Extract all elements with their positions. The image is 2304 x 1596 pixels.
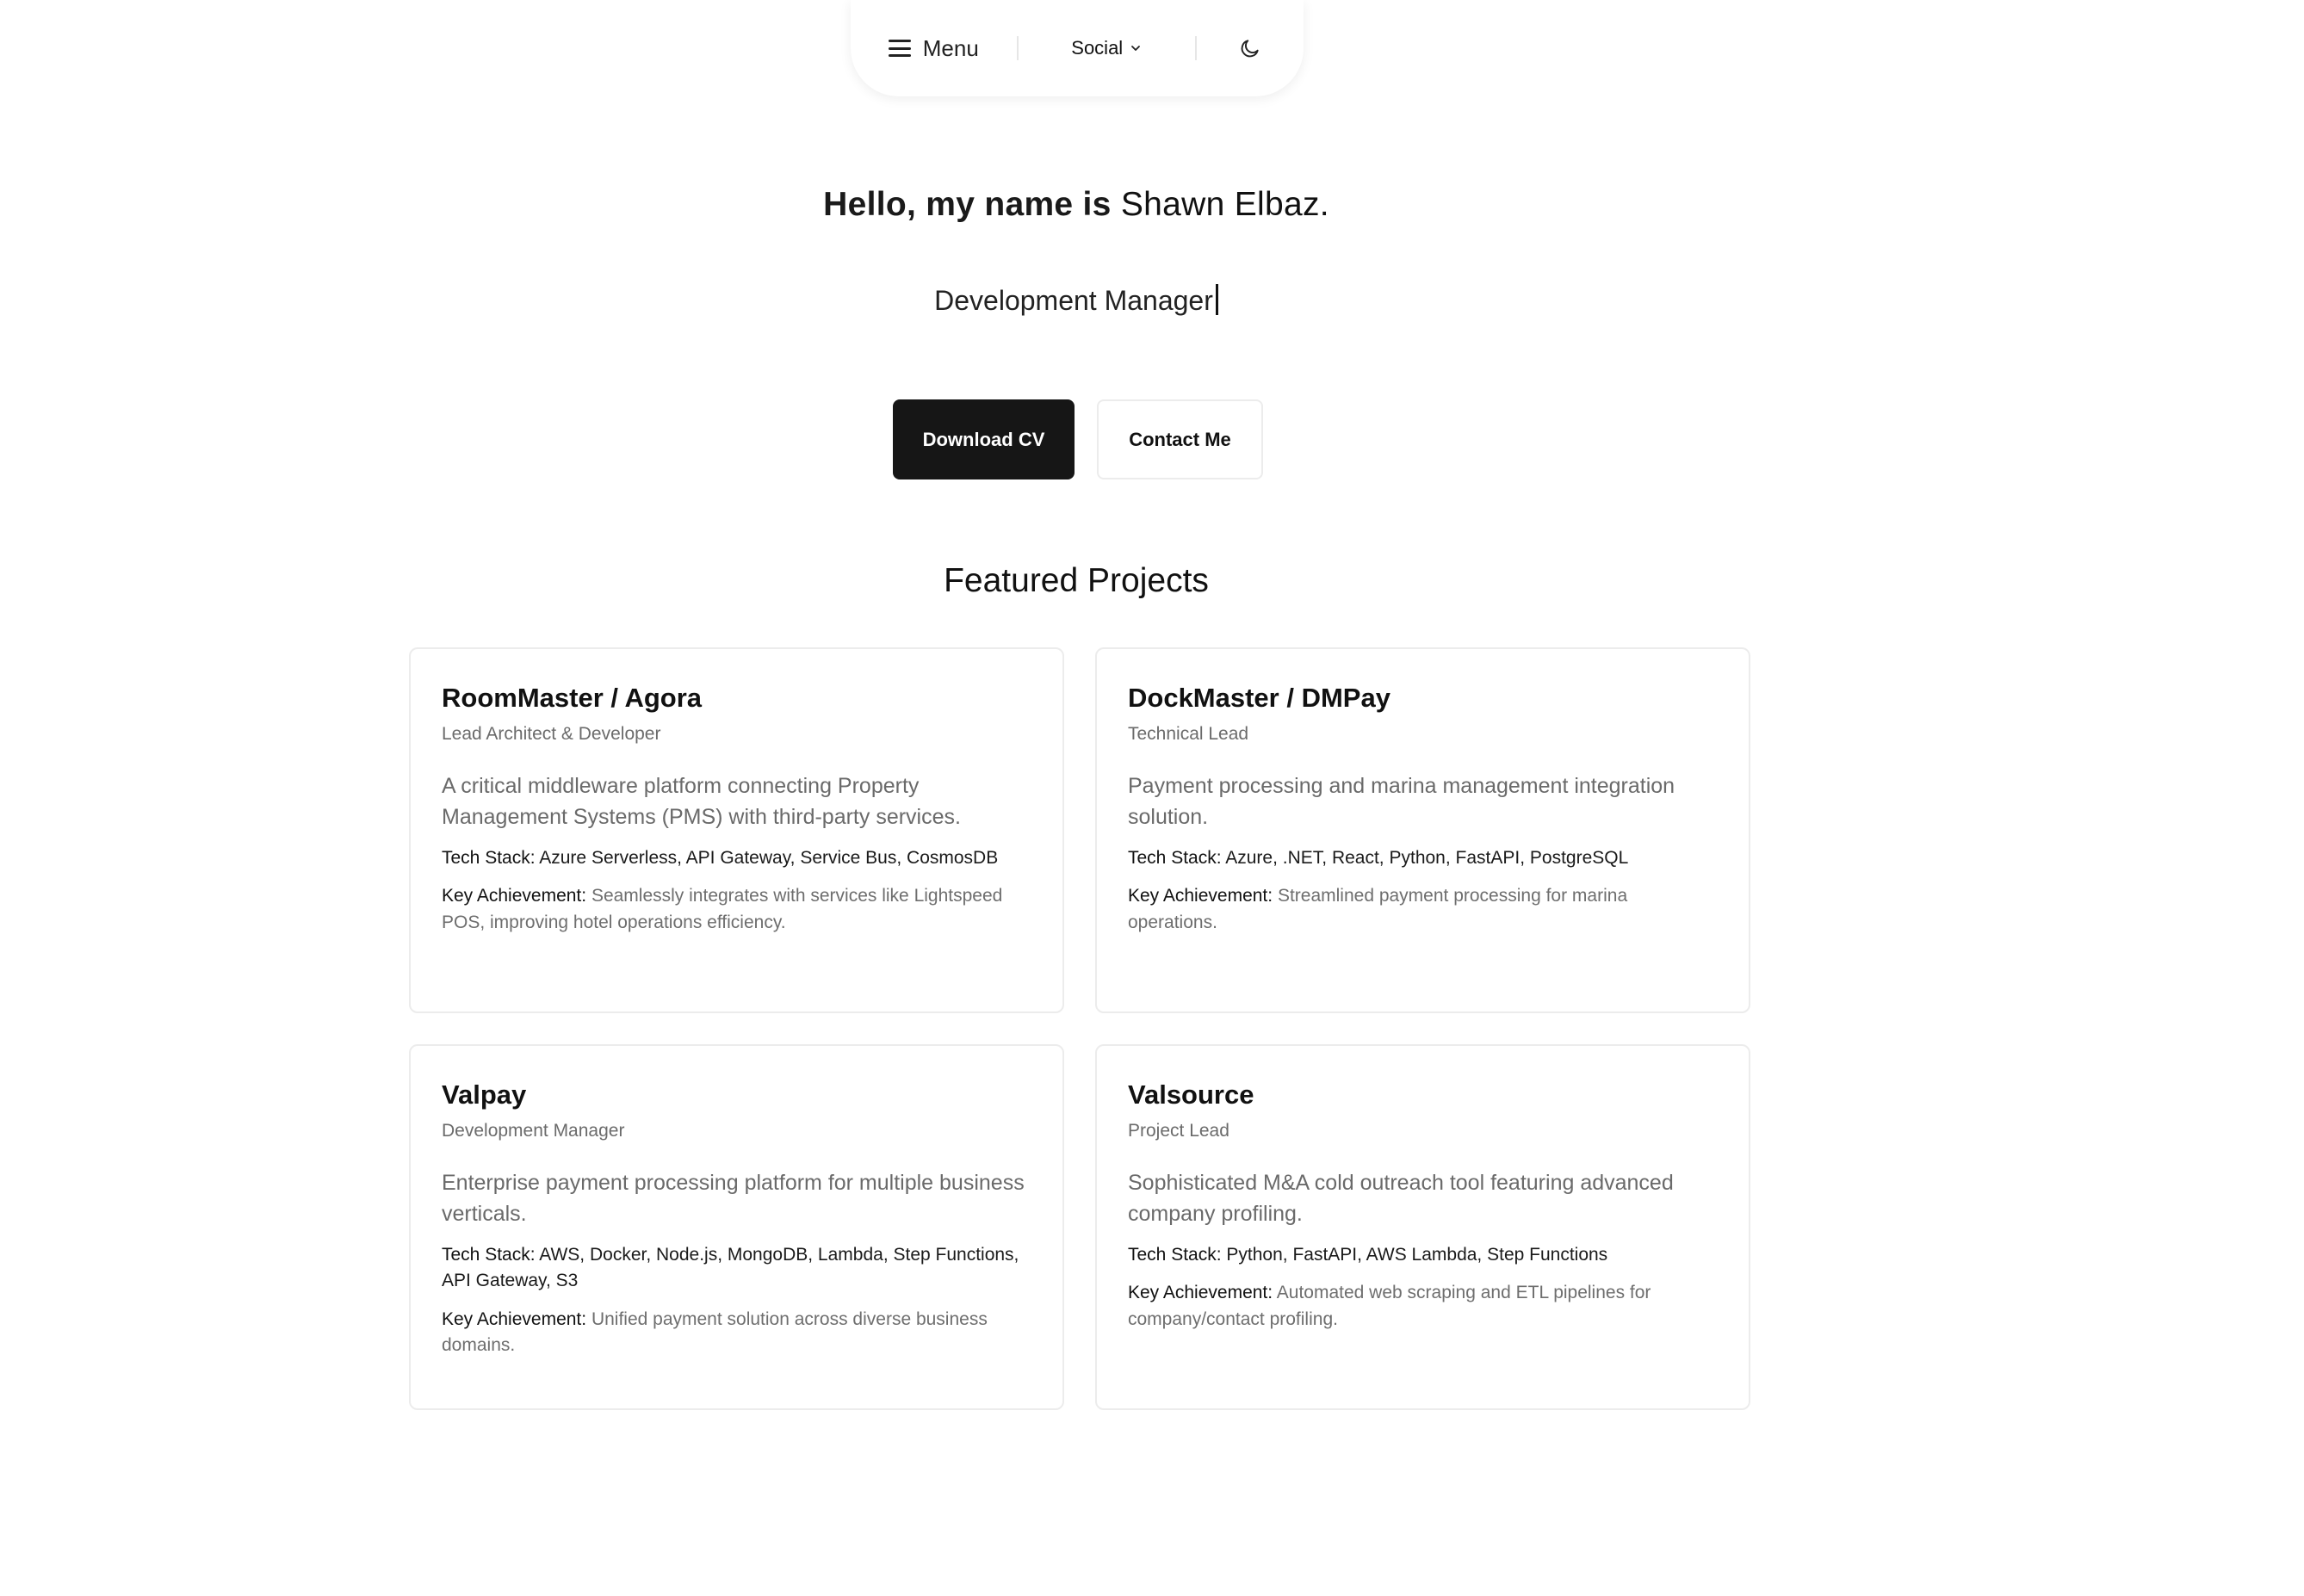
hero-role: Development Manager [0,284,2152,317]
project-card: Valsource Project Lead Sophisticated M&A… [1095,1044,1750,1410]
project-tech-stack: Tech Stack: Python, FastAPI, AWS Lambda,… [1128,1242,1718,1268]
project-title: RoomMaster / Agora [442,683,703,713]
hero-name: Shawn Elbaz. [1120,186,1329,223]
social-dropdown[interactable]: Social [1019,0,1195,96]
typing-cursor [1215,284,1218,315]
project-description: Payment processing and marina management… [1128,774,1675,830]
project-tech-stack: Tech Stack: AWS, Docker, Node.js, MongoD… [442,1242,1031,1295]
project-role: Development Manager [442,1121,625,1141]
contact-me-button[interactable]: Contact Me [1097,399,1263,479]
featured-projects-title: Featured Projects [944,562,1209,599]
hamburger-icon [888,40,911,57]
hero-greeting: Hello, my name is Shawn Elbaz. [0,186,2152,224]
project-achievement: Key Achievement: Streamlined payment pro… [1128,883,1718,936]
achievement-label: Key Achievement: [442,1308,587,1329]
project-tech-stack: Tech Stack: Azure Serverless, API Gatewa… [442,845,1031,871]
project-card: Valpay Development Manager Enterprise pa… [409,1044,1064,1410]
project-description: Sophisticated M&A cold outreach tool fea… [1128,1171,1674,1227]
project-role: Lead Architect & Developer [442,724,661,745]
chevron-down-icon [1131,46,1141,51]
achievement-label: Key Achievement: [442,886,587,906]
project-description: A critical middleware platform connectin… [442,774,961,830]
project-title: Valsource [1128,1079,1254,1110]
top-nav: Menu Social [851,0,1304,96]
greeting-text: Hello, my name is [823,186,1112,223]
project-achievement: Key Achievement: Unified payment solutio… [442,1307,1031,1359]
project-achievement: Key Achievement: Seamlessly integrates w… [442,883,1031,936]
moon-icon [1241,40,1259,58]
tech-stack-label: Tech Stack: [442,847,536,868]
tech-stack-value: Azure, .NET, React, Python, FastAPI, Pos… [1225,847,1629,868]
project-achievement: Key Achievement: Automated web scraping … [1128,1280,1718,1333]
project-role: Project Lead [1128,1121,1229,1141]
tech-stack-label: Tech Stack: [442,1244,536,1265]
achievement-label: Key Achievement: [1128,886,1273,906]
role-text: Development Manager [934,285,1213,316]
menu-button[interactable]: Menu [851,0,1017,96]
menu-label: Menu [922,34,979,61]
tech-stack-value: Azure Serverless, API Gateway, Service B… [539,847,999,868]
tech-stack-label: Tech Stack: [1128,847,1222,868]
project-description: Enterprise payment processing platform f… [442,1171,1025,1227]
project-title: Valpay [442,1079,527,1110]
page: Menu Social Hello, my name is Shawn Elba… [0,0,2304,1596]
project-card: DockMaster / DMPay Technical Lead Paymen… [1095,647,1750,1013]
achievement-label: Key Achievement: [1128,1283,1273,1303]
project-card: RoomMaster / Agora Lead Architect & Deve… [409,647,1064,1013]
project-role: Technical Lead [1128,724,1249,745]
project-title: DockMaster / DMPay [1128,683,1390,713]
theme-toggle-button[interactable] [1197,0,1304,96]
tech-stack-label: Tech Stack: [1128,1244,1222,1265]
social-label: Social [1071,37,1124,59]
project-tech-stack: Tech Stack: Azure, .NET, React, Python, … [1128,845,1718,871]
download-cv-button[interactable]: Download CV [893,399,1075,479]
tech-stack-value: Python, FastAPI, AWS Lambda, Step Functi… [1226,1244,1608,1265]
